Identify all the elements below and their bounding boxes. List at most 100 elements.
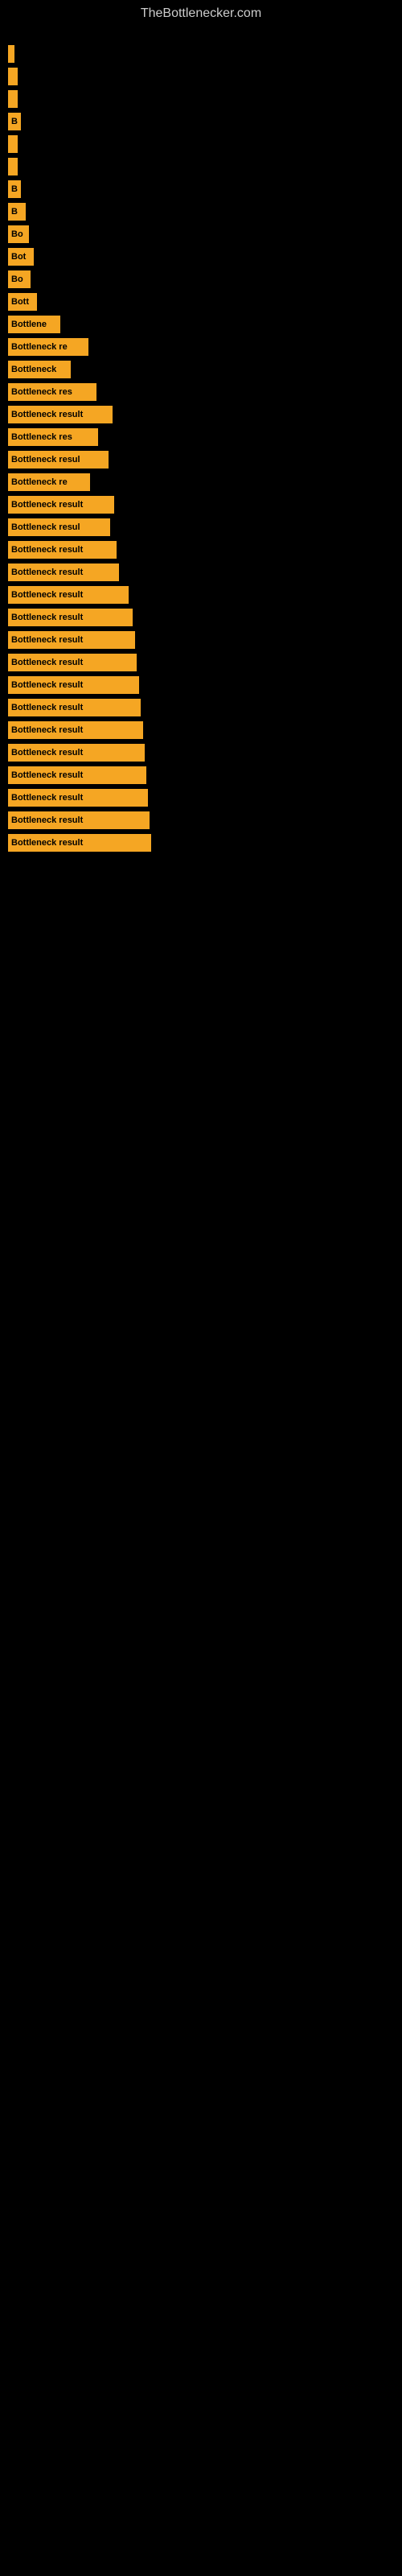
- bar-row: Bottleneck re: [8, 473, 402, 491]
- bar-row: Bo: [8, 270, 402, 288]
- bar-1: [8, 68, 18, 85]
- bar-row: Bottleneck re: [8, 338, 402, 356]
- bar-label-6: B: [11, 184, 18, 194]
- bar-25: Bottleneck result: [8, 609, 133, 626]
- bar-30: Bottleneck result: [8, 721, 143, 739]
- bar-label-24: Bottleneck result: [11, 590, 83, 600]
- bar-row: Bottleneck result: [8, 654, 402, 671]
- bars-container: B B B Bo Bot Bo Bott Bottlene Bottleneck re Bottl…: [0, 29, 402, 857]
- bar-12: Bottlene: [8, 316, 60, 333]
- bar-label-28: Bottleneck result: [11, 680, 83, 690]
- bar-label-25: Bottleneck result: [11, 613, 83, 622]
- bar-row: [8, 45, 402, 63]
- bar-21: Bottleneck resul: [8, 518, 110, 536]
- bar-row: Bottleneck res: [8, 383, 402, 401]
- bar-row: Bottleneck result: [8, 676, 402, 694]
- bar-row: Bottleneck result: [8, 541, 402, 559]
- bar-row: Bott: [8, 293, 402, 311]
- bar-9: Bot: [8, 248, 34, 266]
- bar-18: Bottleneck resul: [8, 451, 109, 469]
- bar-label-35: Bottleneck result: [11, 838, 83, 848]
- bar-label-33: Bottleneck result: [11, 793, 83, 803]
- bar-row: Bottlene: [8, 316, 402, 333]
- bar-row: Bottleneck result: [8, 631, 402, 649]
- bar-label-19: Bottleneck re: [11, 477, 68, 487]
- bar-row: [8, 135, 402, 153]
- bar-row: Bottleneck res: [8, 428, 402, 446]
- bar-5: [8, 158, 18, 175]
- bar-label-3: B: [11, 117, 18, 126]
- bar-0: [8, 45, 14, 63]
- bar-26: Bottleneck result: [8, 631, 135, 649]
- bar-2: [8, 90, 18, 108]
- bar-8: Bo: [8, 225, 29, 243]
- bar-label-17: Bottleneck res: [11, 432, 72, 442]
- bar-row: Bottleneck result: [8, 789, 402, 807]
- bar-label-27: Bottleneck result: [11, 658, 83, 667]
- bar-label-14: Bottleneck: [11, 365, 56, 374]
- bar-row: Bottleneck result: [8, 496, 402, 514]
- bar-row: Bottleneck result: [8, 811, 402, 829]
- bar-row: Bottleneck result: [8, 721, 402, 739]
- bar-label-32: Bottleneck result: [11, 770, 83, 780]
- bar-label-15: Bottleneck res: [11, 387, 72, 397]
- bar-34: Bottleneck result: [8, 811, 150, 829]
- bar-31: Bottleneck result: [8, 744, 145, 762]
- bar-row: Bottleneck resul: [8, 518, 402, 536]
- bar-row: Bottleneck result: [8, 744, 402, 762]
- bar-label-13: Bottleneck re: [11, 342, 68, 352]
- bar-row: Bottleneck result: [8, 766, 402, 784]
- bar-label-21: Bottleneck resul: [11, 522, 80, 532]
- bar-label-9: Bot: [11, 252, 26, 262]
- bar-label-10: Bo: [11, 275, 23, 284]
- bar-label-8: Bo: [11, 229, 23, 239]
- bar-14: Bottleneck: [8, 361, 71, 378]
- bar-label-20: Bottleneck result: [11, 500, 83, 510]
- bar-33: Bottleneck result: [8, 789, 148, 807]
- bar-3: B: [8, 113, 21, 130]
- bar-4: [8, 135, 18, 153]
- bar-row: Bottleneck result: [8, 586, 402, 604]
- bar-6: B: [8, 180, 21, 198]
- bar-row: [8, 68, 402, 85]
- bar-35: Bottleneck result: [8, 834, 151, 852]
- bar-row: Bottleneck result: [8, 699, 402, 716]
- bar-label-34: Bottleneck result: [11, 815, 83, 825]
- bar-label-26: Bottleneck result: [11, 635, 83, 645]
- bar-22: Bottleneck result: [8, 541, 117, 559]
- bar-row: Bottleneck result: [8, 406, 402, 423]
- bar-row: Bottleneck result: [8, 834, 402, 852]
- bar-20: Bottleneck result: [8, 496, 114, 514]
- bar-label-30: Bottleneck result: [11, 725, 83, 735]
- bar-label-7: B: [11, 207, 18, 217]
- bar-24: Bottleneck result: [8, 586, 129, 604]
- bar-row: B: [8, 113, 402, 130]
- bar-row: Bo: [8, 225, 402, 243]
- bar-label-29: Bottleneck result: [11, 703, 83, 712]
- bar-28: Bottleneck result: [8, 676, 139, 694]
- bar-11: Bott: [8, 293, 37, 311]
- bar-23: Bottleneck result: [8, 564, 119, 581]
- bar-17: Bottleneck res: [8, 428, 98, 446]
- bar-row: B: [8, 203, 402, 221]
- bar-row: B: [8, 180, 402, 198]
- site-title: TheBottlenecker.com: [0, 0, 402, 29]
- bar-row: [8, 90, 402, 108]
- bar-label-18: Bottleneck resul: [11, 455, 80, 464]
- bar-7: B: [8, 203, 26, 221]
- bar-10: Bo: [8, 270, 31, 288]
- bar-row: Bot: [8, 248, 402, 266]
- bar-label-16: Bottleneck result: [11, 410, 83, 419]
- bar-27: Bottleneck result: [8, 654, 137, 671]
- bar-row: Bottleneck: [8, 361, 402, 378]
- bar-label-11: Bott: [11, 297, 29, 307]
- bar-label-31: Bottleneck result: [11, 748, 83, 758]
- bar-13: Bottleneck re: [8, 338, 88, 356]
- bar-row: Bottleneck result: [8, 609, 402, 626]
- bar-row: Bottleneck result: [8, 564, 402, 581]
- bar-label-22: Bottleneck result: [11, 545, 83, 555]
- bar-row: [8, 158, 402, 175]
- bar-19: Bottleneck re: [8, 473, 90, 491]
- bar-label-12: Bottlene: [11, 320, 47, 329]
- bar-label-23: Bottleneck result: [11, 568, 83, 577]
